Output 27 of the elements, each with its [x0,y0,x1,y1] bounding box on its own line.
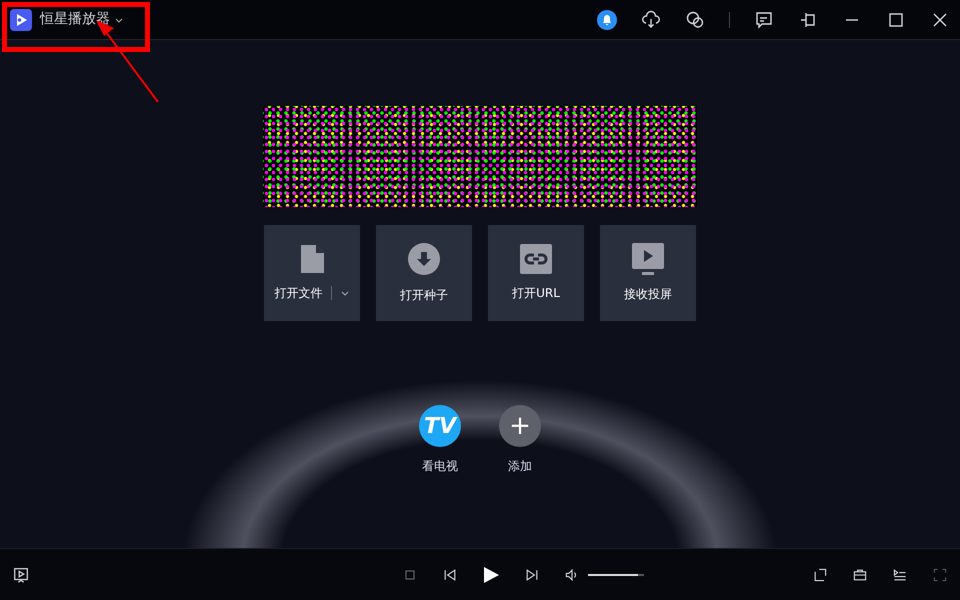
message-icon[interactable] [754,10,774,30]
download-circle-icon [407,242,441,276]
link-icon [520,244,552,274]
playlist-icon[interactable] [12,566,30,584]
fullscreen-icon[interactable] [932,566,948,582]
screen-play-icon [632,243,664,275]
cloud-download-icon[interactable] [641,10,661,30]
action-label: 打开URL [512,285,560,302]
toolbox-icon[interactable] [852,566,868,582]
action-label: 接收投屏 [624,286,672,303]
playlist-play-icon[interactable] [892,566,908,582]
action-tile[interactable]: 接收投屏 [600,225,696,321]
action-tile[interactable]: 打开URL [488,225,584,321]
action-tile[interactable]: 打开文件 [264,225,360,321]
chat-bubbles-icon[interactable] [685,10,705,30]
app-logo-icon [10,8,32,30]
action-label: 打开种子 [400,287,448,304]
next-icon[interactable] [524,566,540,582]
export-icon[interactable] [812,566,828,582]
add-shortcut-button[interactable]: + [499,405,541,447]
action-label: 打开文件 [274,285,322,302]
shortcut-label: 看电视 [422,458,458,475]
shortcut-label: 添加 [508,458,532,475]
previous-icon[interactable] [442,566,458,582]
notification-bell-icon[interactable] [597,10,617,30]
play-icon[interactable] [482,566,500,584]
action-tile[interactable]: 打开种子 [376,225,472,321]
